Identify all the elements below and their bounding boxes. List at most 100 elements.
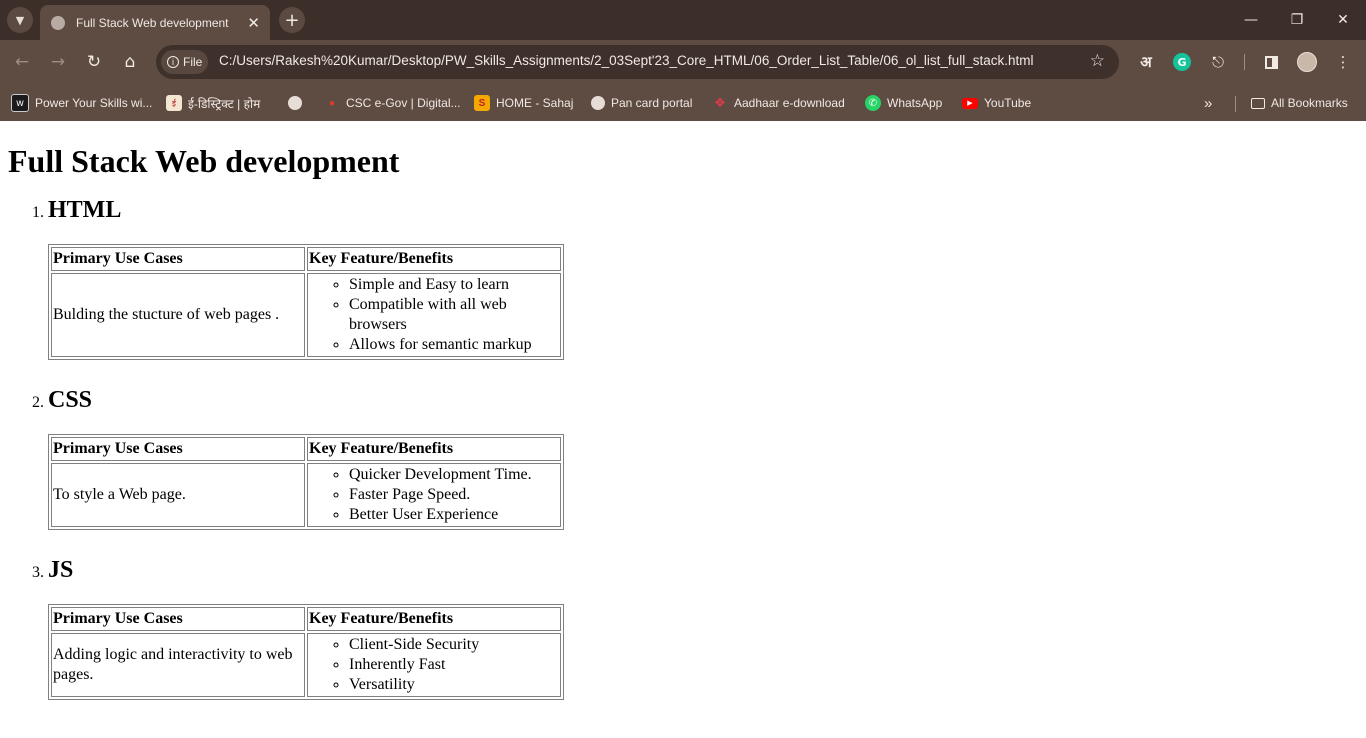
table-row: To style a Web page. Quicker Development… bbox=[51, 463, 561, 527]
table-header-row: Primary Use Cases Key Feature/Benefits bbox=[51, 247, 561, 271]
plus-icon: + bbox=[284, 9, 300, 31]
bookmarks-bar: w Power Your Skills wi... ई ई-डिस्ट्रिक्… bbox=[0, 84, 1366, 121]
column-header: Primary Use Cases bbox=[51, 247, 305, 271]
bookmark-item[interactable] bbox=[288, 93, 302, 113]
use-case-cell: Adding logic and interactivity to web pa… bbox=[51, 633, 305, 697]
minimize-button[interactable]: — bbox=[1228, 0, 1274, 40]
edistrict-logo-icon: ई bbox=[166, 95, 182, 111]
bookmark-item[interactable]: ई ई-डिस्ट्रिक्ट | होम bbox=[166, 93, 260, 113]
column-header: Primary Use Cases bbox=[51, 607, 305, 631]
csc-logo-icon: ● bbox=[324, 95, 340, 111]
restore-button[interactable]: ❐ bbox=[1274, 0, 1320, 40]
home-icon: ⌂ bbox=[124, 52, 136, 72]
url-text[interactable]: C:/Users/Rakesh%20Kumar/Desktop/PW_Skill… bbox=[219, 53, 1033, 68]
bookmark-label: YouTube bbox=[984, 96, 1032, 110]
reload-icon: ↻ bbox=[86, 52, 102, 72]
bookmark-star-icon[interactable]: ☆ bbox=[1090, 51, 1105, 71]
bookmark-item[interactable]: Pan card portal bbox=[591, 93, 692, 113]
tab-title: Full Stack Web development bbox=[76, 15, 229, 30]
whatsapp-icon: ✆ bbox=[865, 95, 881, 111]
back-button[interactable]: ← bbox=[9, 49, 35, 75]
youtube-icon: ▶ bbox=[962, 97, 978, 109]
title-bar: ▼ Full Stack Web development ✕ + — ❐ ✕ bbox=[0, 0, 1366, 40]
table-row: Adding logic and interactivity to web pa… bbox=[51, 633, 561, 697]
active-tab[interactable]: Full Stack Web development ✕ bbox=[40, 5, 270, 40]
reload-button[interactable]: ↻ bbox=[81, 49, 107, 75]
column-header: Key Feature/Benefits bbox=[307, 437, 561, 461]
close-window-button[interactable]: ✕ bbox=[1320, 0, 1366, 40]
address-bar[interactable]: i File C:/Users/Rakesh%20Kumar/Desktop/P… bbox=[156, 45, 1119, 79]
pw-logo-icon: w bbox=[11, 94, 29, 112]
features-list: Quicker Development Time. Faster Page Sp… bbox=[309, 465, 559, 525]
feature-item: Simple and Easy to learn bbox=[349, 275, 559, 295]
site-chip-label: File bbox=[183, 55, 203, 69]
data-table: Primary Use Cases Key Feature/Benefits T… bbox=[48, 434, 564, 530]
bookmark-item[interactable]: ❖ Aadhaar e-download bbox=[712, 93, 845, 113]
globe-icon bbox=[288, 96, 302, 110]
extensions-icon[interactable]: ⎋ bbox=[1206, 50, 1230, 74]
table-header-row: Primary Use Cases Key Feature/Benefits bbox=[51, 607, 561, 631]
table-header-row: Primary Use Cases Key Feature/Benefits bbox=[51, 437, 561, 461]
hindi-input-icon[interactable]: अ bbox=[1134, 50, 1158, 74]
aadhaar-logo-icon: ❖ bbox=[714, 95, 726, 110]
feature-item: Inherently Fast bbox=[349, 655, 559, 675]
features-cell: Quicker Development Time. Faster Page Sp… bbox=[307, 463, 561, 527]
section-title: CSS bbox=[48, 387, 93, 413]
bookmark-label: Power Your Skills wi... bbox=[35, 96, 153, 110]
feature-item: Quicker Development Time. bbox=[349, 465, 559, 485]
chevron-double-right-icon: » bbox=[1204, 94, 1213, 112]
bookmark-item[interactable]: S HOME - Sahaj bbox=[474, 93, 573, 113]
profile-avatar[interactable] bbox=[1295, 50, 1319, 74]
bookmark-label: WhatsApp bbox=[887, 96, 943, 110]
technology-list: HTML Primary Use Cases Key Feature/Benef… bbox=[8, 196, 1358, 700]
restore-icon: ❐ bbox=[1290, 12, 1304, 28]
bookmark-item[interactable]: ● CSC e-Gov | Digital... bbox=[324, 93, 460, 113]
bookmark-item[interactable]: ✆ WhatsApp bbox=[865, 93, 942, 113]
menu-kebab-icon[interactable]: ⋮ bbox=[1331, 50, 1355, 74]
home-button[interactable]: ⌂ bbox=[117, 49, 143, 75]
arrow-left-icon: ← bbox=[14, 52, 30, 72]
close-tab-icon[interactable]: ✕ bbox=[247, 14, 260, 32]
tab-search-button[interactable]: ▼ bbox=[7, 7, 33, 33]
info-icon: i bbox=[167, 56, 179, 68]
list-item: JS Primary Use Cases Key Feature/Benefit… bbox=[48, 556, 1358, 700]
data-table: Primary Use Cases Key Feature/Benefits B… bbox=[48, 244, 564, 360]
features-list: Client-Side Security Inherently Fast Ver… bbox=[309, 635, 559, 695]
minimize-icon: — bbox=[1244, 12, 1258, 28]
arrow-right-icon: → bbox=[50, 52, 66, 72]
column-header: Key Feature/Benefits bbox=[307, 247, 561, 271]
toolbar-divider bbox=[1244, 54, 1245, 70]
more-bookmarks-button[interactable]: » bbox=[1204, 93, 1212, 113]
side-panel-icon[interactable] bbox=[1259, 50, 1283, 74]
globe-icon bbox=[591, 96, 605, 110]
bookmark-label: Aadhaar e-download bbox=[734, 96, 845, 110]
folder-icon bbox=[1251, 97, 1265, 109]
list-item: CSS Primary Use Cases Key Feature/Benefi… bbox=[48, 386, 1358, 530]
section-title: HTML bbox=[48, 197, 122, 223]
toolbar: ← → ↻ ⌂ i File C:/Users/Rakesh%20Kumar/D… bbox=[0, 40, 1366, 84]
new-tab-button[interactable]: + bbox=[279, 7, 305, 33]
feature-item: Client-Side Security bbox=[349, 635, 559, 655]
bookmark-item[interactable]: w Power Your Skills wi... bbox=[11, 93, 152, 113]
site-info-chip[interactable]: i File bbox=[161, 50, 208, 74]
use-case-cell: To style a Web page. bbox=[51, 463, 305, 527]
grammarly-icon[interactable]: G bbox=[1170, 50, 1194, 74]
feature-item: Better User Experience bbox=[349, 505, 559, 525]
close-icon: ✕ bbox=[1337, 12, 1349, 28]
bookmarks-divider bbox=[1235, 96, 1236, 112]
use-case-cell: Bulding the stucture of web pages . bbox=[51, 273, 305, 357]
features-cell: Simple and Easy to learn Compatible with… bbox=[307, 273, 561, 357]
bookmark-label: ई-डिस्ट्रिक्ट | होम bbox=[188, 96, 261, 111]
bookmark-label: HOME - Sahaj bbox=[496, 96, 574, 110]
column-header: Primary Use Cases bbox=[51, 437, 305, 461]
bookmark-item[interactable]: ▶ YouTube bbox=[962, 93, 1031, 113]
column-header: Key Feature/Benefits bbox=[307, 607, 561, 631]
feature-item: Compatible with all web browsers bbox=[349, 295, 559, 335]
bookmark-label: CSC e-Gov | Digital... bbox=[346, 96, 461, 110]
feature-item: Faster Page Speed. bbox=[349, 485, 559, 505]
forward-button[interactable]: → bbox=[45, 49, 71, 75]
all-bookmarks-button[interactable]: All Bookmarks bbox=[1251, 93, 1348, 113]
globe-icon bbox=[51, 15, 65, 30]
data-table: Primary Use Cases Key Feature/Benefits A… bbox=[48, 604, 564, 700]
sahaj-logo-icon: S bbox=[474, 95, 490, 111]
